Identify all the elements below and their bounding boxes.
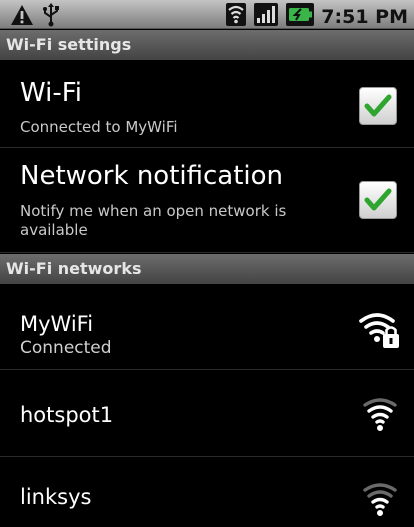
status-bar-right: 7:51 PM xyxy=(225,2,408,31)
status-bar-left xyxy=(10,3,60,31)
section-header-title: Wi-Fi networks xyxy=(6,259,142,278)
wifi-signal-icon xyxy=(225,2,247,31)
network-notification-checkbox[interactable] xyxy=(359,181,397,219)
network-status: Connected xyxy=(20,338,112,358)
wifi-icon xyxy=(362,476,398,524)
battery-charging-icon xyxy=(285,2,315,31)
section-header-wifi-networks: Wi-Fi networks xyxy=(0,254,414,284)
network-row-hotspot1[interactable]: hotspot1 xyxy=(0,371,414,457)
network-notification-row[interactable]: Network notification Notify me when an o… xyxy=(0,149,414,253)
status-bar: 7:51 PM xyxy=(0,0,414,29)
section-header-wifi-settings: Wi-Fi settings xyxy=(0,30,414,60)
network-ssid: MyWiFi xyxy=(20,312,94,336)
network-notification-subtitle: Notify me when an open network is availa… xyxy=(20,202,287,239)
network-notification-title: Network notification xyxy=(20,161,284,191)
wifi-toggle-row[interactable]: Wi-Fi Connected to MyWiFi xyxy=(0,60,414,148)
network-row-mywifi[interactable]: MyWiFi Connected xyxy=(0,284,414,370)
usb-icon xyxy=(42,3,60,31)
section-header-title: Wi-Fi settings xyxy=(6,35,132,54)
wifi-lock-icon xyxy=(358,306,402,354)
warning-icon xyxy=(10,4,34,30)
network-row-linksys[interactable]: linksys xyxy=(0,458,414,527)
cell-signal-icon xyxy=(253,2,279,31)
network-ssid: linksys xyxy=(20,485,92,509)
wifi-checkbox[interactable] xyxy=(359,87,397,125)
check-icon xyxy=(364,188,392,211)
wifi-icon xyxy=(362,391,398,439)
status-time: 7:51 PM xyxy=(321,5,408,28)
network-ssid: hotspot1 xyxy=(20,403,114,427)
wifi-toggle-subtitle: Connected to MyWiFi xyxy=(20,118,178,136)
wifi-toggle-title: Wi-Fi xyxy=(20,78,83,108)
check-icon xyxy=(364,94,392,117)
